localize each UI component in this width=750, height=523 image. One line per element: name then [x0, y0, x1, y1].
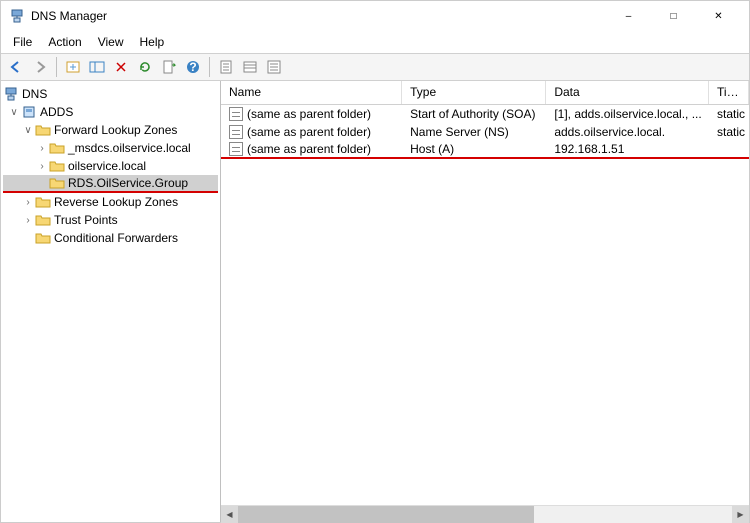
record-name: (same as parent folder) [247, 142, 371, 156]
export-button[interactable] [158, 56, 180, 78]
list-body[interactable]: (same as parent folder) Start of Authori… [221, 105, 749, 505]
record-icon [229, 125, 243, 139]
tree-reverse-lookup-zones[interactable]: › Reverse Lookup Zones [3, 193, 218, 211]
folder-icon [49, 140, 65, 156]
column-name[interactable]: Name [221, 81, 402, 104]
tree-label: Forward Lookup Zones [54, 123, 177, 137]
tree-label: DNS [22, 87, 47, 101]
tree-label: RDS.OilService.Group [68, 176, 188, 190]
forward-button[interactable] [29, 56, 51, 78]
cell-name: (same as parent folder) [221, 125, 402, 139]
maximize-button[interactable]: □ [651, 1, 696, 31]
cell-data: 192.168.1.51 [546, 142, 709, 156]
close-button[interactable]: ✕ [696, 1, 741, 31]
tree-forward-lookup-zones[interactable]: ∨ Forward Lookup Zones [3, 121, 218, 139]
column-data[interactable]: Data [546, 81, 709, 104]
window-title: DNS Manager [31, 9, 606, 23]
show-hide-button[interactable] [86, 56, 108, 78]
collapse-icon[interactable]: ∨ [7, 107, 21, 118]
list-panel: Name Type Data Timestamp (same as parent… [221, 81, 749, 522]
collapse-icon[interactable]: ∨ [21, 125, 35, 136]
cell-type: Start of Authority (SOA) [402, 107, 546, 121]
scroll-left-button[interactable]: ◀ [221, 506, 238, 523]
cell-name: (same as parent folder) [221, 142, 402, 156]
properties-button[interactable] [215, 56, 237, 78]
tree-server[interactable]: ∨ ADDS [3, 103, 218, 121]
tree-label: Conditional Forwarders [54, 231, 178, 245]
tree-label: Trust Points [54, 213, 118, 227]
record-name: (same as parent folder) [247, 107, 371, 121]
menu-help[interactable]: Help [132, 33, 173, 51]
refresh-button[interactable] [134, 56, 156, 78]
record-icon [229, 142, 243, 156]
tree-zone-rds[interactable]: RDS.OilService.Group [3, 175, 218, 193]
toolbar: ? [1, 53, 749, 81]
scroll-right-button[interactable]: ▶ [732, 506, 749, 523]
content-area: DNS ∨ ADDS ∨ Forward Lookup Zones › _msd… [1, 81, 749, 522]
cell-type: Name Server (NS) [402, 125, 546, 139]
toolbar-separator [56, 57, 57, 77]
tree-root-dns[interactable]: DNS [3, 85, 218, 103]
menubar: File Action View Help [1, 31, 749, 53]
window-controls: – □ ✕ [606, 1, 741, 31]
expand-icon[interactable]: › [21, 215, 35, 226]
column-type[interactable]: Type [402, 81, 546, 104]
expand-icon[interactable]: › [21, 197, 35, 208]
folder-icon [35, 212, 51, 228]
tree-zone-msdcs[interactable]: › _msdcs.oilservice.local [3, 139, 218, 157]
folder-icon [35, 230, 51, 246]
minimize-button[interactable]: – [606, 1, 651, 31]
tree-label: oilservice.local [68, 159, 146, 173]
cell-data: adds.oilservice.local. [546, 125, 709, 139]
horizontal-scrollbar[interactable]: ◀ ▶ [221, 505, 749, 522]
tree-label: _msdcs.oilservice.local [68, 141, 191, 155]
back-button[interactable] [5, 56, 27, 78]
titlebar: DNS Manager – □ ✕ [1, 1, 749, 31]
delete-button[interactable] [110, 56, 132, 78]
expand-icon[interactable]: › [35, 143, 49, 154]
folder-icon [35, 122, 51, 138]
list-header: Name Type Data Timestamp [221, 81, 749, 105]
svg-text:?: ? [189, 60, 196, 74]
folder-icon [49, 158, 65, 174]
record-row[interactable]: (same as parent folder) Start of Authori… [221, 105, 749, 123]
menu-view[interactable]: View [90, 33, 132, 51]
app-icon [9, 8, 25, 24]
cell-timestamp: static [709, 125, 749, 139]
cell-name: (same as parent folder) [221, 107, 402, 121]
tree-conditional-forwarders[interactable]: Conditional Forwarders [3, 229, 218, 247]
record-row[interactable]: (same as parent folder) Name Server (NS)… [221, 123, 749, 141]
folder-icon [49, 175, 65, 191]
server-icon [21, 104, 37, 120]
cell-data: [1], adds.oilservice.local., ... [546, 107, 709, 121]
record-icon [229, 107, 243, 121]
tree-label: ADDS [40, 105, 73, 119]
tree-label: Reverse Lookup Zones [54, 195, 178, 209]
record-row[interactable]: (same as parent folder) Host (A) 192.168… [221, 141, 749, 159]
new-button[interactable] [62, 56, 84, 78]
tree-panel[interactable]: DNS ∨ ADDS ∨ Forward Lookup Zones › _msd… [1, 81, 221, 522]
menu-file[interactable]: File [5, 33, 40, 51]
folder-icon [35, 194, 51, 210]
cell-type: Host (A) [402, 142, 546, 156]
tree-trust-points[interactable]: › Trust Points [3, 211, 218, 229]
column-timestamp[interactable]: Timestamp [709, 81, 749, 104]
record-name: (same as parent folder) [247, 125, 371, 139]
scroll-thumb[interactable] [238, 506, 534, 523]
scroll-track[interactable] [238, 506, 732, 523]
tree-zone-oilservice[interactable]: › oilservice.local [3, 157, 218, 175]
menu-action[interactable]: Action [40, 33, 89, 51]
toolbar-separator [209, 57, 210, 77]
expand-icon[interactable]: › [35, 161, 49, 172]
dns-icon [3, 86, 19, 102]
help-button[interactable]: ? [182, 56, 204, 78]
detail-button[interactable] [239, 56, 261, 78]
filter-button[interactable] [263, 56, 285, 78]
cell-timestamp: static [709, 107, 749, 121]
